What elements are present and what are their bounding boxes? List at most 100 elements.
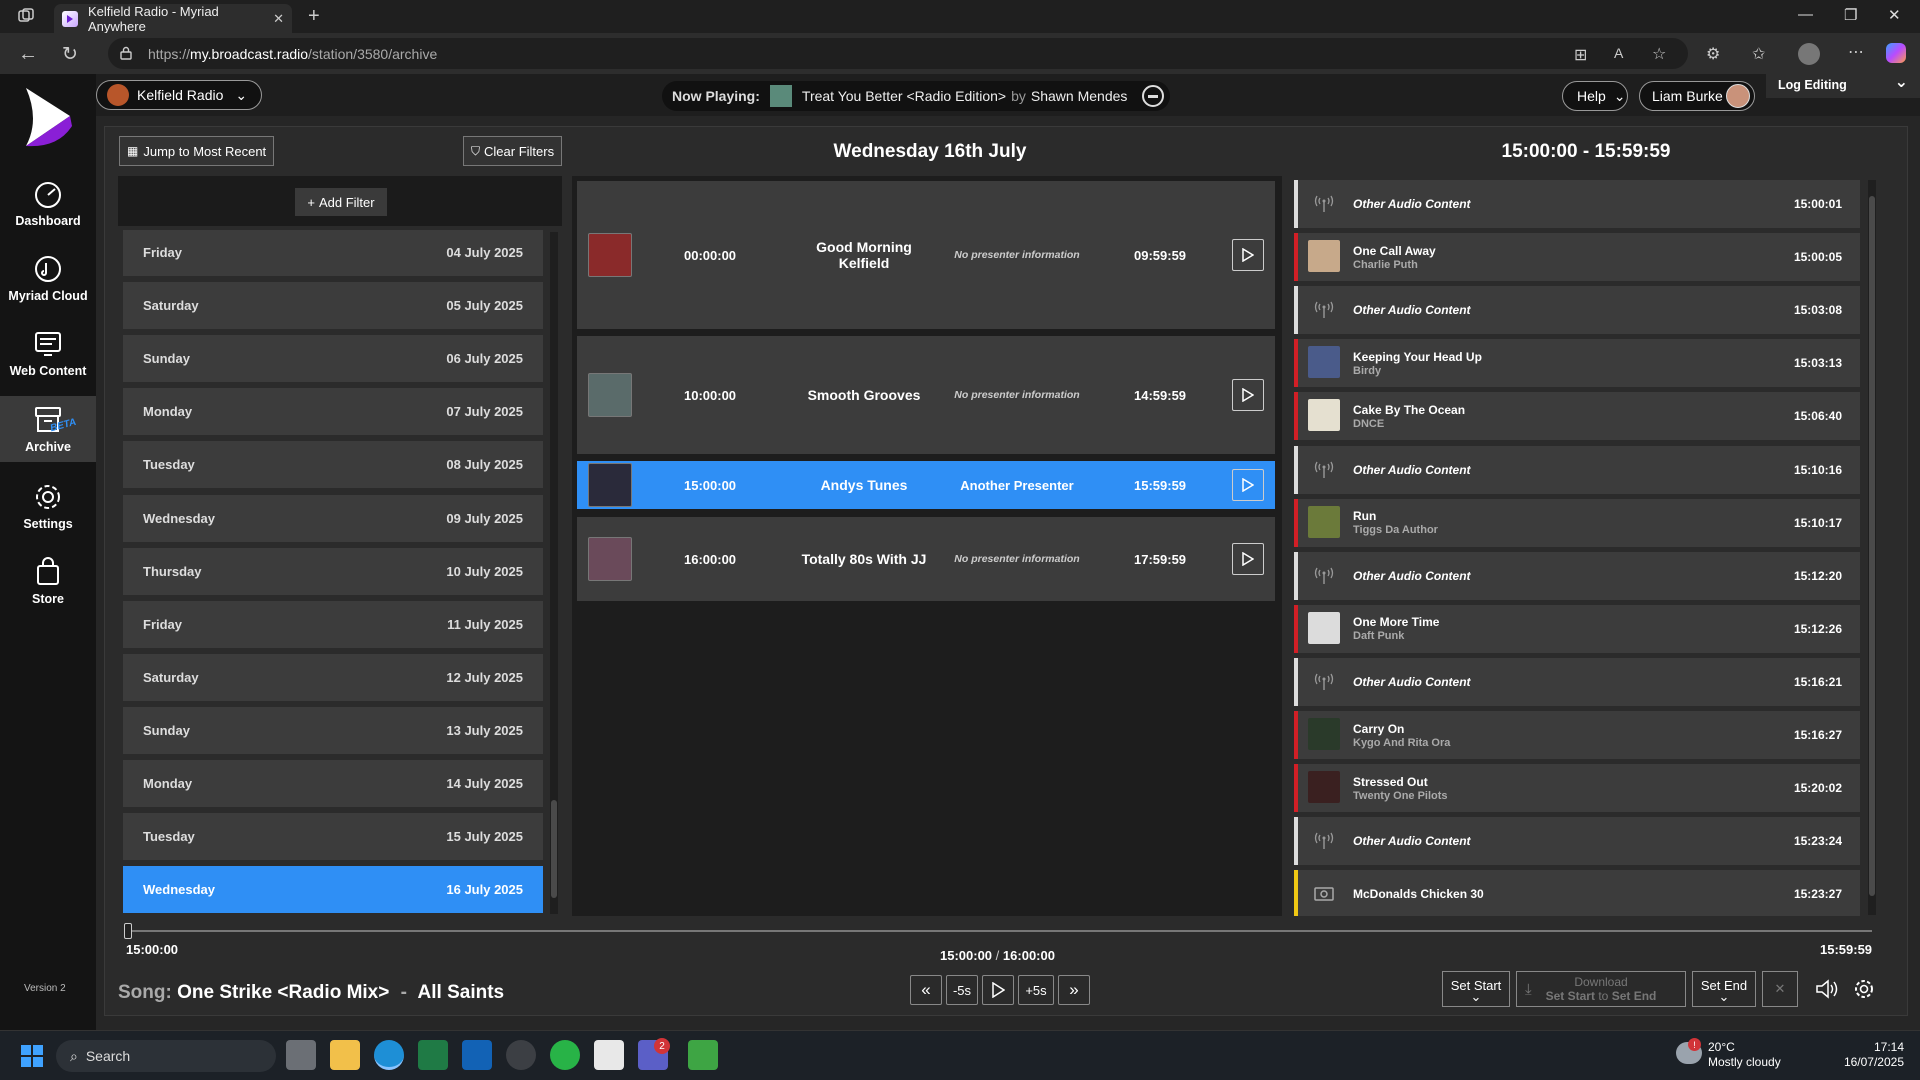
day-row[interactable]: Monday 14 July 2025	[123, 760, 543, 807]
log-entry[interactable]: Carry On Kygo And Rita Ora 15:16:27	[1294, 711, 1860, 759]
volume-icon[interactable]	[1815, 978, 1839, 1000]
task-view-icon[interactable]	[286, 1040, 316, 1070]
close-window-icon[interactable]: ✕	[1888, 6, 1901, 24]
new-tab-icon[interactable]: +	[308, 5, 320, 28]
log-entry[interactable]: One Call Away Charlie Puth 15:00:05	[1294, 233, 1860, 282]
restore-icon[interactable]: ❐	[1844, 6, 1857, 24]
log-entry[interactable]: Keeping Your Head Up Birdy 15:03:13	[1294, 339, 1860, 388]
forward-5s-button[interactable]: +5s	[1018, 975, 1054, 1005]
day-row[interactable]: Saturday 12 July 2025	[123, 653, 543, 701]
nav-store[interactable]: Store	[0, 543, 96, 618]
workspaces-icon[interactable]	[17, 7, 35, 25]
day-row[interactable]: Wednesday 16 July 2025	[123, 866, 543, 914]
timeline-handle[interactable]	[124, 923, 132, 939]
double-chevron-left-icon: «	[921, 980, 931, 999]
day-row[interactable]: Tuesday 08 July 2025	[123, 441, 543, 489]
profile-avatar[interactable]	[1798, 43, 1820, 65]
log-entry[interactable]: Cake By The Ocean DNCE 15:06:40	[1294, 392, 1860, 441]
url-field[interactable]: https://my.broadcast.radio/station/3580/…	[108, 38, 1688, 69]
download-button[interactable]: Download Set Start to Set End ⤓	[1516, 971, 1686, 1007]
day-row[interactable]: Sunday 06 July 2025	[123, 335, 543, 383]
tab-close-icon[interactable]: ✕	[273, 11, 284, 27]
copilot-icon[interactable]	[1886, 43, 1906, 63]
log-text: Other Audio Content	[1353, 463, 1471, 477]
nav-dashboard[interactable]: Dashboard	[0, 165, 96, 240]
excel-icon[interactable]	[418, 1040, 448, 1070]
myriad-logo[interactable]	[18, 86, 78, 152]
log-entry[interactable]: Other Audio Content 15:16:21	[1294, 657, 1860, 706]
log-entry[interactable]: Stressed Out Twenty One Pilots 15:20:02	[1294, 764, 1860, 813]
stop-circle-icon[interactable]	[1142, 85, 1164, 107]
outlook-icon[interactable]	[462, 1040, 492, 1070]
edge-browser-icon[interactable]	[374, 1040, 404, 1070]
day-row[interactable]: Monday 07 July 2025	[123, 388, 543, 436]
app-icon[interactable]	[594, 1040, 624, 1070]
nav-web-content[interactable]: Web Content	[0, 315, 96, 390]
weather-widget[interactable]: 20°C Mostly cloudy	[1708, 1040, 1781, 1070]
windows-start-icon[interactable]	[20, 1044, 44, 1068]
set-start-button[interactable]: Set Start ⌄	[1442, 971, 1510, 1007]
day-row[interactable]: Saturday 05 July 2025	[123, 282, 543, 330]
log-editing-dropdown[interactable]: Log Editing ⌄	[1766, 74, 1920, 98]
taskbar-search[interactable]: ⌕ Search	[56, 1040, 276, 1072]
day-row[interactable]: Sunday 13 July 2025	[123, 706, 543, 754]
jump-to-most-recent-button[interactable]: ▦ Jump to Most Recent	[119, 136, 275, 166]
log-entry[interactable]: Run Tiggs Da Author 15:10:17	[1294, 498, 1860, 547]
favorites-icon[interactable]: ✩	[1752, 44, 1765, 64]
day-list-scroll-thumb[interactable]	[551, 800, 557, 898]
day-row[interactable]: Friday 04 July 2025	[123, 230, 543, 276]
skip-back-button[interactable]: «	[910, 975, 942, 1005]
show-end-time: 15:59:59	[1134, 477, 1187, 493]
play-button[interactable]	[982, 975, 1014, 1005]
back-5s-button[interactable]: -5s	[946, 975, 978, 1005]
clear-filters-button[interactable]: ⛉ Clear Filters	[463, 136, 563, 166]
file-explorer-icon[interactable]	[330, 1040, 360, 1070]
back-icon[interactable]: ←	[18, 43, 38, 66]
add-filter-button[interactable]: + Add Filter	[295, 188, 387, 216]
system-clock[interactable]: 17:14 16/07/2025	[1836, 1040, 1904, 1070]
show-row[interactable]: 15:00:00 Andys Tunes Another Presenter 15:5…	[577, 461, 1275, 509]
show-play-button[interactable]	[1232, 469, 1264, 501]
nav-settings[interactable]: Settings	[0, 468, 96, 543]
show-play-button[interactable]	[1232, 239, 1264, 271]
nav-archive[interactable]: BETA Archive	[0, 396, 96, 462]
player-settings-gear-icon[interactable]	[1853, 978, 1875, 1000]
timeline-track[interactable]	[126, 930, 1872, 932]
log-list-scroll-thumb[interactable]	[1869, 196, 1875, 896]
show-play-button[interactable]	[1232, 379, 1264, 411]
help-button[interactable]: Help ⌄	[1562, 81, 1628, 111]
day-row[interactable]: Wednesday 09 July 2025	[123, 494, 543, 542]
show-row[interactable]: 10:00:00 Smooth Grooves No presenter infor…	[577, 336, 1275, 454]
day-row[interactable]: Tuesday 15 July 2025	[123, 813, 543, 861]
log-entry[interactable]: One More Time Daft Punk 15:12:26	[1294, 604, 1860, 653]
show-row[interactable]: 16:00:00 Totally 80s With JJ No presenter …	[577, 517, 1275, 601]
nav-myriad-cloud[interactable]: Myriad Cloud	[0, 240, 96, 315]
lock-icon[interactable]	[119, 46, 133, 60]
day-row[interactable]: Friday 11 July 2025	[123, 600, 543, 648]
show-row[interactable]: 00:00:00 Good Morning Kelfield No presente…	[577, 181, 1275, 329]
browser-tab[interactable]: Kelfield Radio - Myriad Anywhere ✕	[54, 4, 292, 34]
log-entry[interactable]: Other Audio Content 15:10:16	[1294, 445, 1860, 494]
minimize-icon[interactable]: —	[1798, 6, 1813, 23]
station-selector[interactable]: Kelfield Radio ⌄	[96, 80, 262, 110]
log-entry[interactable]: Other Audio Content 15:23:24	[1294, 817, 1860, 866]
more-menu-icon[interactable]: ⋯	[1848, 42, 1864, 62]
favorite-star-icon[interactable]: ☆	[1652, 44, 1666, 64]
set-end-button[interactable]: Set End ⌄	[1692, 971, 1756, 1007]
log-entry[interactable]: Other Audio Content 15:00:01	[1294, 180, 1860, 228]
show-play-button[interactable]	[1232, 543, 1264, 575]
day-row[interactable]: Thursday 10 July 2025	[123, 547, 543, 595]
read-aloud-icon[interactable]: A	[1614, 45, 1623, 61]
user-menu[interactable]: Liam Burke	[1639, 81, 1755, 111]
log-entry[interactable]: Other Audio Content 15:03:08	[1294, 286, 1860, 335]
extensions-icon[interactable]: ⚙	[1706, 44, 1720, 64]
refresh-icon[interactable]: ↻	[62, 43, 78, 66]
camtasia-icon[interactable]	[688, 1040, 718, 1070]
log-entry[interactable]: Other Audio Content 15:12:20	[1294, 551, 1860, 600]
whatsapp-icon[interactable]	[550, 1040, 580, 1070]
skip-forward-button[interactable]: »	[1058, 975, 1090, 1005]
app-available-icon[interactable]: ⊞	[1574, 45, 1587, 65]
clear-range-button[interactable]: ✕	[1762, 971, 1798, 1007]
chatgpt-icon[interactable]	[506, 1040, 536, 1070]
log-entry[interactable]: McDonalds Chicken 30 15:23:27	[1294, 870, 1860, 916]
